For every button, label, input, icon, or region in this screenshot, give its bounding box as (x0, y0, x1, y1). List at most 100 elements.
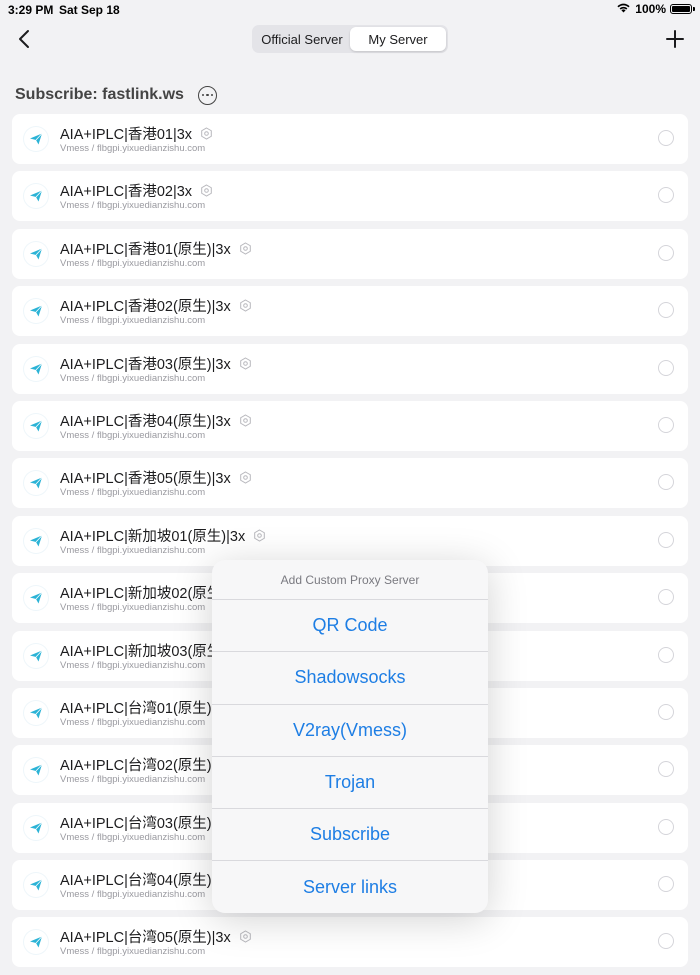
server-select-radio[interactable] (658, 761, 674, 778)
server-name: AIA+IPLC|香港02|3x (60, 184, 193, 201)
server-name-wrap: AIA+IPLC|新加坡01(原生)|3x (60, 525, 266, 546)
server-row[interactable]: AIA+IPLC|新加坡01(原生)|3x Vmess / flbgpi.yixu… (12, 515, 688, 566)
battery-icon (670, 4, 695, 14)
server-name-wrap: AIA+IPLC|香港01|3x (60, 123, 213, 144)
server-detail: Vmess / flbgpi.yixuedianzishu.com (60, 602, 206, 614)
settings-hex-icon[interactable] (200, 184, 213, 197)
paper-plane-icon (24, 356, 48, 381)
wifi-icon (616, 2, 631, 16)
server-row[interactable]: AIA+IPLC|台湾05(原生)|3x Vmess / flbgpi.yixue… (12, 917, 688, 968)
nav-bar: Official Server My Server (0, 22, 700, 60)
server-select-radio[interactable] (658, 703, 674, 720)
status-right: 100% (616, 2, 695, 16)
server-select-radio[interactable] (658, 302, 674, 319)
back-button[interactable] (14, 28, 36, 50)
server-select-radio[interactable] (658, 187, 674, 204)
server-name-wrap: AIA+IPLC|香港02|3x (60, 180, 213, 201)
server-select-radio[interactable] (658, 244, 674, 261)
server-name: AIA+IPLC|台湾03(原生)|3x (60, 815, 231, 832)
server-name-wrap: AIA+IPLC|香港01(原生)|3x (60, 238, 252, 259)
paper-plane-icon (24, 127, 48, 151)
subscription-header: Subscribe: fastlink.ws (15, 84, 217, 106)
server-name-wrap: AIA+IPLC|香港03(原生)|3x (60, 353, 252, 374)
server-name: AIA+IPLC|台湾05(原生)|3x (60, 930, 231, 947)
server-select-radio[interactable] (658, 474, 674, 491)
ellipsis-circle-icon[interactable] (197, 85, 217, 105)
server-select-radio[interactable] (658, 416, 674, 433)
server-row[interactable]: AIA+IPLC|香港01|3x Vmess / flbgpi.yixuedian… (12, 114, 688, 164)
settings-hex-icon[interactable] (239, 356, 252, 370)
add-proxy-popover: Add Custom Proxy Server QR Code Shadowso… (212, 560, 488, 913)
server-detail: Vmess / flbgpi.yixuedianzishu.com (60, 200, 206, 212)
server-name-wrap: AIA+IPLC|台湾05(原生)|3x (60, 926, 252, 947)
server-name: AIA+IPLC|香港05(原生)|3x (60, 471, 231, 488)
paper-plane-icon (24, 815, 48, 840)
server-detail: Vmess / flbgpi.yixuedianzishu.com (60, 143, 206, 154)
server-detail: Vmess / flbgpi.yixuedianzishu.com (60, 946, 206, 958)
paper-plane-icon (24, 643, 48, 668)
menu-item-qr-code[interactable]: QR Code (212, 600, 488, 653)
server-name: AIA+IPLC|香港01(原生)|3x (60, 241, 231, 258)
battery-percent: 100% (635, 2, 666, 16)
server-detail: Vmess / flbgpi.yixuedianzishu.com (60, 659, 206, 671)
server-select-radio[interactable] (658, 646, 674, 663)
tab-official-server[interactable]: Official Server (254, 27, 350, 51)
server-detail: Vmess / flbgpi.yixuedianzishu.com (60, 889, 206, 901)
status-time: 3:29 PM (8, 3, 54, 17)
server-row[interactable]: AIA+IPLC|香港04(原生)|3x Vmess / flbgpi.yixue… (12, 400, 688, 451)
settings-hex-icon[interactable] (200, 127, 213, 140)
paper-plane-icon (24, 471, 48, 496)
menu-item-server-links[interactable]: Server links (212, 861, 488, 913)
settings-hex-icon[interactable] (239, 414, 252, 427)
server-detail: Vmess / flbgpi.yixuedianzishu.com (60, 774, 206, 786)
status-date: Sat Sep 18 (59, 3, 120, 17)
server-name-wrap: AIA+IPLC|香港04(原生)|3x (60, 410, 252, 431)
server-detail: Vmess / flbgpi.yixuedianzishu.com (60, 831, 206, 843)
server-name: AIA+IPLC|新加坡01(原生)|3x (60, 528, 246, 545)
server-name-wrap: AIA+IPLC|香港05(原生)|3x (60, 467, 252, 488)
server-name-wrap: AIA+IPLC|香港02(原生)|3x (60, 295, 252, 316)
server-select-radio[interactable] (658, 818, 674, 835)
server-select-radio[interactable] (658, 876, 674, 893)
server-name: AIA+IPLC|香港02(原生)|3x (60, 299, 231, 316)
status-bar: 3:29 PM Sat Sep 18 100% (0, 0, 700, 22)
paper-plane-icon (24, 700, 48, 725)
server-select-radio[interactable] (658, 933, 674, 950)
server-row[interactable]: AIA+IPLC|香港01(原生)|3x Vmess / flbgpi.yixue… (12, 228, 688, 279)
server-detail: Vmess / flbgpi.yixuedianzishu.com (60, 315, 206, 327)
subscription-title: Subscribe: fastlink.ws (15, 86, 184, 103)
menu-item-shadowsocks[interactable]: Shadowsocks (212, 652, 488, 705)
server-name: AIA+IPLC|台湾04(原生)|3x (60, 873, 231, 890)
server-select-radio[interactable] (658, 130, 674, 146)
paper-plane-icon (24, 184, 48, 209)
server-row[interactable]: AIA+IPLC|香港02|3x Vmess / flbgpi.yixuedian… (12, 171, 688, 222)
server-row[interactable]: AIA+IPLC|香港02(原生)|3x Vmess / flbgpi.yixue… (12, 286, 688, 337)
server-name: AIA+IPLC|台湾01(原生)|3x (60, 700, 231, 717)
menu-item-trojan[interactable]: Trojan (212, 757, 488, 810)
paper-plane-icon (24, 413, 48, 438)
server-name: AIA+IPLC|香港03(原生)|3x (60, 356, 231, 373)
server-select-radio[interactable] (658, 359, 674, 376)
tab-my-server[interactable]: My Server (350, 27, 446, 51)
paper-plane-icon (24, 528, 48, 553)
server-select-radio[interactable] (658, 589, 674, 606)
add-server-button[interactable] (664, 28, 686, 50)
paper-plane-icon (24, 299, 48, 324)
settings-hex-icon[interactable] (239, 242, 252, 255)
paper-plane-icon (24, 930, 48, 955)
server-name: AIA+IPLC|香港04(原生)|3x (60, 413, 231, 430)
paper-plane-icon (24, 873, 48, 898)
paper-plane-icon (24, 758, 48, 783)
server-row[interactable]: AIA+IPLC|香港03(原生)|3x Vmess / flbgpi.yixue… (12, 343, 688, 394)
menu-item-subscribe[interactable]: Subscribe (212, 809, 488, 862)
settings-hex-icon[interactable] (253, 529, 266, 542)
server-select-radio[interactable] (658, 531, 674, 548)
menu-item-v2ray-vmess[interactable]: V2ray(Vmess) (212, 705, 488, 757)
server-detail: Vmess / flbgpi.yixuedianzishu.com (60, 487, 206, 499)
settings-hex-icon[interactable] (239, 930, 252, 944)
server-detail: Vmess / flbgpi.yixuedianzishu.com (60, 372, 206, 384)
server-row[interactable]: AIA+IPLC|香港05(原生)|3x Vmess / flbgpi.yixue… (12, 458, 688, 509)
settings-hex-icon[interactable] (239, 299, 252, 312)
server-detail: Vmess / flbgpi.yixuedianzishu.com (60, 257, 206, 269)
settings-hex-icon[interactable] (239, 471, 252, 484)
